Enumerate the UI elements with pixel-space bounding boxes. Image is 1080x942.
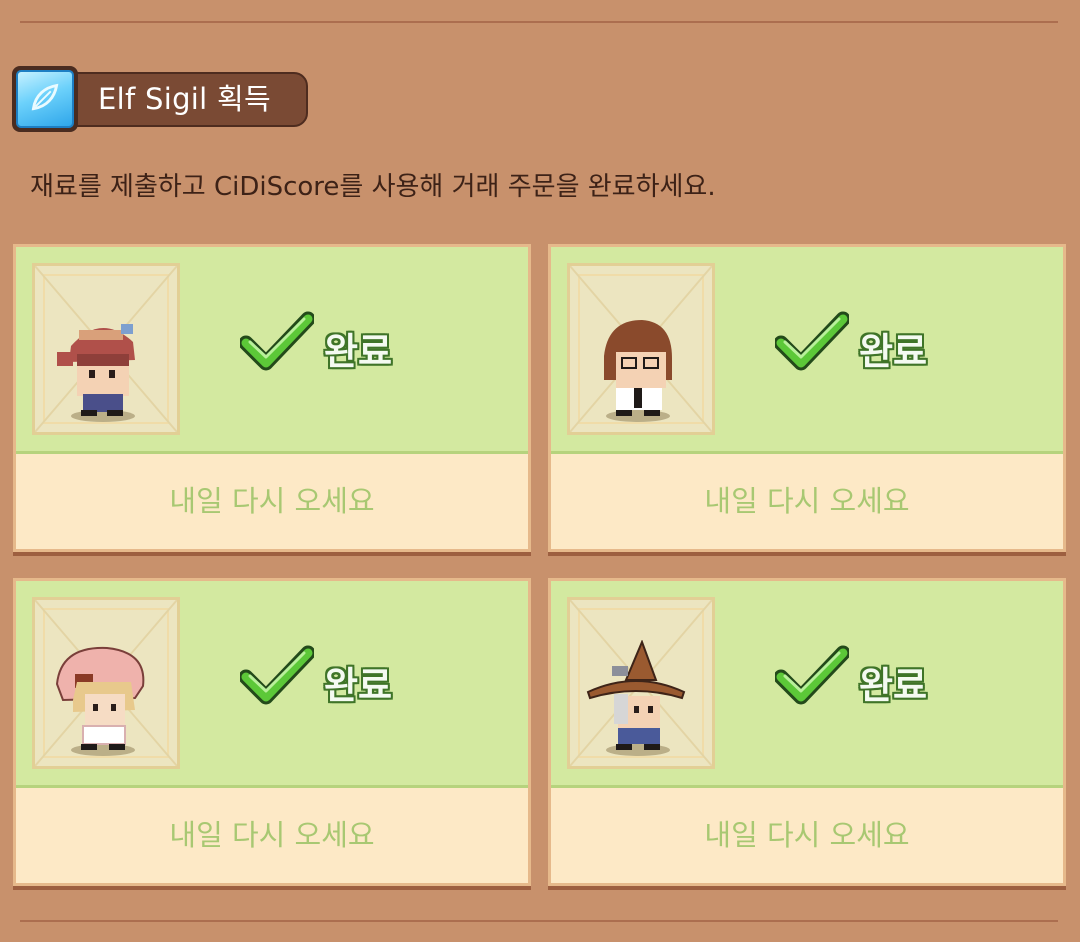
character-portrait	[567, 263, 715, 435]
order-card[interactable]: 완료 내일 다시 오세요	[548, 578, 1066, 886]
status-label: 완료	[859, 330, 928, 373]
bottom-divider	[20, 920, 1058, 922]
come-back-tomorrow-text: 내일 다시 오세요	[169, 484, 375, 518]
pink-hood-blonde-character-icon	[55, 646, 145, 756]
check-icon	[240, 645, 314, 705]
header-badge: Elf Sigil 획득	[12, 66, 312, 132]
order-card[interactable]: 완료 내일 다시 오세요	[13, 244, 531, 552]
description-text: 재료를 제출하고 CiDiScore를 사용해 거래 주문을 완료하세요.	[30, 172, 716, 202]
check-icon	[775, 645, 849, 705]
come-back-tomorrow-text: 내일 다시 오세요	[169, 818, 375, 852]
check-icon	[775, 311, 849, 371]
order-card[interactable]: 완료 내일 다시 오세요	[13, 578, 531, 886]
character-portrait	[567, 597, 715, 769]
status-label: 완료	[324, 664, 393, 707]
elf-sigil-icon	[12, 66, 78, 132]
pink-hair-goggles-character-icon	[57, 324, 135, 422]
witch-hat-character-icon	[586, 640, 686, 756]
status-label: 완료	[859, 664, 928, 707]
come-back-tomorrow-text: 내일 다시 오세요	[704, 484, 910, 518]
top-divider	[20, 21, 1058, 23]
check-icon	[240, 311, 314, 371]
character-portrait	[32, 597, 180, 769]
come-back-tomorrow-text: 내일 다시 오세요	[704, 818, 910, 852]
order-card[interactable]: 완료 내일 다시 오세요	[548, 244, 1066, 552]
character-portrait	[32, 263, 180, 435]
header-title: Elf Sigil 획득	[66, 72, 308, 127]
brown-hair-glasses-character-icon	[604, 320, 672, 422]
status-label: 완료	[324, 330, 393, 373]
